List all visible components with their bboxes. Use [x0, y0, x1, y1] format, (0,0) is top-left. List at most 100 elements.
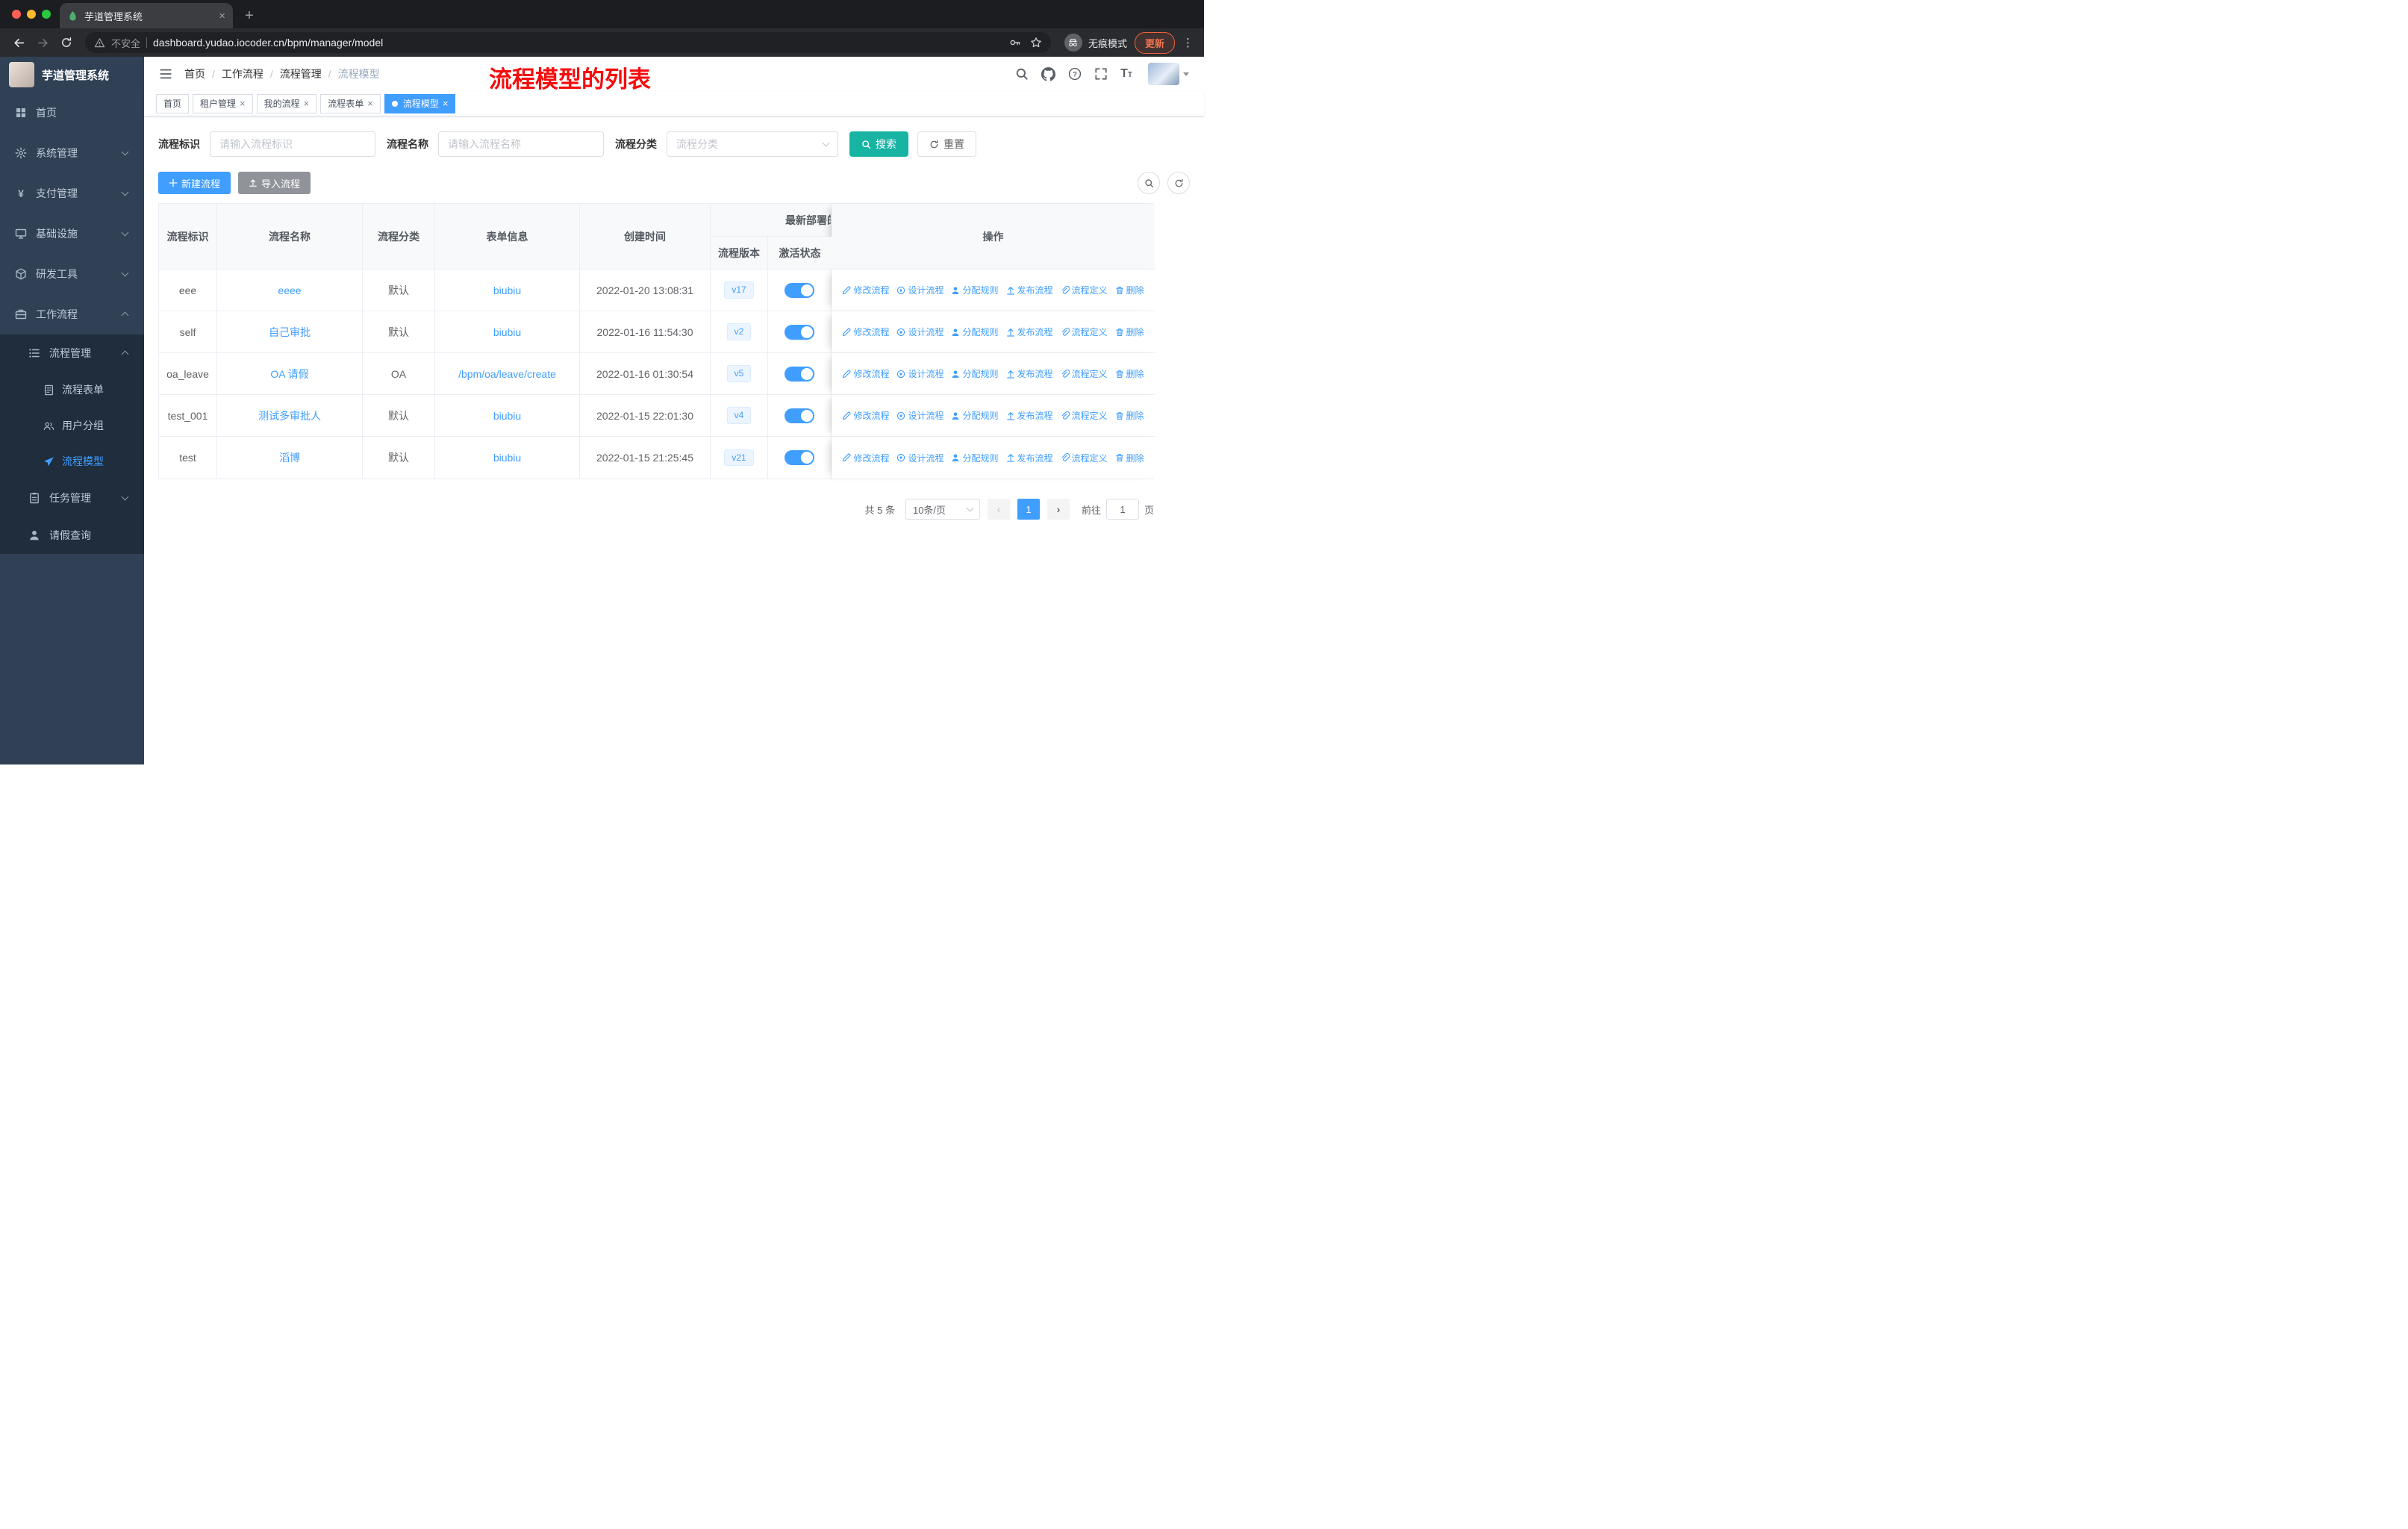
action-modify-link[interactable]: 修改流程 [842, 367, 889, 380]
action-modify-link[interactable]: 修改流程 [842, 284, 889, 296]
action-delete-link[interactable]: 删除 [1115, 409, 1144, 422]
form-info-link[interactable]: biubiu [493, 410, 521, 422]
breadcrumb-home[interactable]: 首页 [184, 66, 205, 81]
action-design-link[interactable]: 设计流程 [896, 367, 943, 380]
close-window-button[interactable] [12, 10, 21, 19]
active-toggle[interactable] [785, 324, 814, 340]
font-size-icon[interactable]: TT [1120, 68, 1132, 80]
page-size-select[interactable]: 10条/页 [905, 499, 980, 520]
tag-process-form[interactable]: 流程表单 × [320, 93, 381, 113]
process-id-input[interactable] [210, 131, 375, 157]
sidebar-item-process-form[interactable]: 流程表单 [0, 372, 144, 408]
action-modify-link[interactable]: 修改流程 [842, 452, 889, 464]
action-publish-link[interactable]: 发布流程 [1006, 367, 1053, 380]
search-icon[interactable] [1015, 67, 1029, 81]
forward-button[interactable] [31, 31, 54, 54]
update-browser-button[interactable]: 更新 [1134, 31, 1175, 54]
form-info-link[interactable]: biubiu [493, 326, 521, 338]
reload-button[interactable] [55, 31, 78, 54]
process-category-select[interactable]: 流程分类 [667, 131, 838, 157]
back-button[interactable] [7, 31, 30, 54]
bookmark-star-icon[interactable] [1030, 37, 1042, 49]
form-info-link[interactable]: biubiu [493, 452, 521, 464]
sidebar-item-process-management[interactable]: 流程管理 [0, 334, 144, 372]
action-definition-link[interactable]: 流程定义 [1061, 452, 1108, 464]
action-definition-link[interactable]: 流程定义 [1061, 409, 1108, 422]
process-name-link[interactable]: OA 请假 [270, 368, 308, 380]
next-page-button[interactable]: › [1047, 499, 1070, 520]
version-tag[interactable]: v2 [726, 323, 752, 340]
reset-button[interactable]: 重置 [917, 131, 976, 157]
sidebar-item-process-model[interactable]: 流程模型 [0, 443, 144, 479]
process-name-input[interactable] [438, 131, 604, 157]
action-publish-link[interactable]: 发布流程 [1006, 284, 1053, 296]
action-delete-link[interactable]: 删除 [1115, 367, 1144, 380]
close-icon[interactable]: × [240, 99, 246, 108]
action-delete-link[interactable]: 删除 [1115, 452, 1144, 464]
action-design-link[interactable]: 设计流程 [896, 326, 943, 338]
sidebar-item-user-group[interactable]: 用户分组 [0, 408, 144, 443]
create-process-button[interactable]: 新建流程 [158, 172, 231, 194]
process-name-link[interactable]: eeee [278, 284, 301, 296]
action-definition-link[interactable]: 流程定义 [1061, 284, 1108, 296]
tag-my-process[interactable]: 我的流程 × [256, 93, 317, 113]
action-modify-link[interactable]: 修改流程 [842, 409, 889, 422]
close-icon[interactable]: × [443, 99, 449, 108]
action-assign-rule-link[interactable]: 分配规则 [951, 284, 999, 296]
form-info-link[interactable]: biubiu [493, 284, 521, 296]
fullscreen-icon[interactable] [1094, 67, 1108, 81]
sidebar-item-leave-query[interactable]: 请假查询 [0, 517, 144, 554]
version-tag[interactable]: v4 [726, 407, 752, 424]
maximize-window-button[interactable] [42, 10, 51, 19]
tab-close-icon[interactable]: × [219, 10, 225, 22]
version-tag[interactable]: v17 [724, 281, 754, 299]
hamburger-icon[interactable] [159, 67, 172, 81]
active-toggle[interactable] [785, 282, 814, 298]
prev-page-button[interactable]: ‹ [987, 499, 1010, 520]
goto-page-input[interactable] [1105, 499, 1139, 520]
import-process-button[interactable]: 导入流程 [238, 172, 311, 194]
toggle-search-button[interactable] [1138, 172, 1160, 194]
close-icon[interactable]: × [304, 99, 310, 108]
active-toggle[interactable] [785, 366, 814, 382]
action-design-link[interactable]: 设计流程 [896, 284, 943, 296]
form-info-link[interactable]: /bpm/oa/leave/create [458, 368, 556, 380]
browser-menu-icon[interactable]: ⋮ [1182, 36, 1194, 49]
action-definition-link[interactable]: 流程定义 [1061, 326, 1108, 338]
active-toggle[interactable] [785, 450, 814, 465]
refresh-table-button[interactable] [1167, 172, 1190, 194]
sidebar-item-payment[interactable]: ¥ 支付管理 [0, 173, 144, 214]
url-text[interactable]: dashboard.yudao.iocoder.cn/bpm/manager/m… [153, 37, 1003, 49]
action-assign-rule-link[interactable]: 分配规则 [951, 452, 999, 464]
action-design-link[interactable]: 设计流程 [896, 409, 943, 422]
tag-home[interactable]: 首页 [156, 93, 190, 113]
active-toggle[interactable] [785, 408, 814, 423]
sidebar-item-workflow[interactable]: 工作流程 [0, 294, 144, 334]
process-name-link[interactable]: 测试多审批人 [258, 410, 321, 422]
action-design-link[interactable]: 设计流程 [896, 452, 943, 464]
sidebar-item-infrastructure[interactable]: 基础设施 [0, 214, 144, 254]
breadcrumb-process-management[interactable]: 流程管理 [280, 66, 322, 81]
search-button[interactable]: 搜索 [849, 131, 908, 157]
action-assign-rule-link[interactable]: 分配规则 [951, 409, 999, 422]
new-tab-button[interactable]: + [239, 5, 260, 26]
address-bar[interactable]: 不安全 dashboard.yudao.iocoder.cn/bpm/manag… [85, 32, 1051, 53]
action-delete-link[interactable]: 删除 [1115, 284, 1144, 296]
action-assign-rule-link[interactable]: 分配规则 [951, 326, 999, 338]
version-tag[interactable]: v5 [726, 365, 752, 382]
app-logo[interactable]: 芋道管理系统 [0, 57, 144, 93]
version-tag[interactable]: v21 [724, 449, 754, 467]
action-delete-link[interactable]: 删除 [1115, 326, 1144, 338]
sidebar-item-devtools[interactable]: 研发工具 [0, 254, 144, 294]
action-assign-rule-link[interactable]: 分配规则 [951, 367, 999, 380]
sidebar-item-task-management[interactable]: 任务管理 [0, 479, 144, 517]
security-label[interactable]: 不安全 [111, 36, 140, 50]
github-icon[interactable] [1041, 66, 1056, 81]
close-icon[interactable]: × [367, 99, 373, 108]
process-name-link[interactable]: 滔博 [279, 452, 300, 464]
incognito-profile-chip[interactable]: 无痕模式 [1064, 34, 1127, 52]
password-key-icon[interactable] [1009, 37, 1021, 49]
minimize-window-button[interactable] [27, 10, 36, 19]
page-1-button[interactable]: 1 [1017, 499, 1040, 520]
user-avatar-menu[interactable] [1148, 63, 1189, 85]
